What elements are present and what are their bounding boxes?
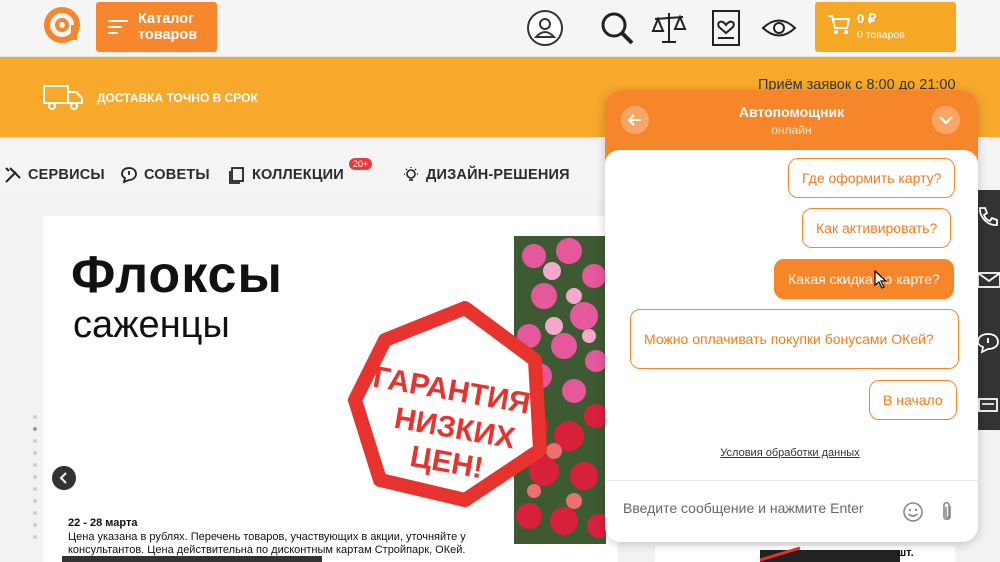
catalog-label: Каталог товаров xyxy=(138,11,198,43)
promo-dates: 22 - 28 марта xyxy=(68,517,138,529)
chat-bubble-icon xyxy=(121,167,137,184)
carousel-dot[interactable] xyxy=(33,475,37,479)
delivery-text: ДОСТАВКА ТОЧНО В СРОК xyxy=(97,91,258,105)
promo-subtitle: саженцы xyxy=(73,304,230,346)
account-icon[interactable] xyxy=(526,9,564,47)
viewed-icon[interactable] xyxy=(760,9,798,47)
price-block: шт. xyxy=(655,546,955,562)
carousel-dot[interactable] xyxy=(33,415,37,419)
carousel-dot[interactable] xyxy=(33,499,37,503)
chat-input-area xyxy=(605,480,978,542)
collection-icon xyxy=(229,167,244,184)
quick-reply-card-discount[interactable]: Какая скидка по карте? xyxy=(774,259,954,299)
collections-badge: 20+ xyxy=(349,158,373,170)
tools-icon xyxy=(5,167,21,183)
nav-label-services: СЕРВИСЫ xyxy=(28,167,105,183)
cart-icon xyxy=(828,15,851,34)
carousel-dot[interactable] xyxy=(33,487,37,491)
emoji-icon[interactable] xyxy=(902,501,924,523)
low-price-guarantee-stamp: ГАРАНТИЯ НИЗКИХ ЦЕН! xyxy=(348,301,547,507)
menu-icon xyxy=(108,16,128,38)
compare-scales-icon[interactable] xyxy=(650,9,688,47)
carousel-dot-active[interactable] xyxy=(33,427,37,431)
carousel-prev-button[interactable] xyxy=(52,466,76,490)
carousel-dot[interactable] xyxy=(33,439,37,443)
phone-icon[interactable] xyxy=(976,205,1000,229)
privacy-terms-link[interactable]: Условия обработки данных xyxy=(605,447,975,459)
chat-widget: Автопомощник онлайн Где оформить карту? … xyxy=(605,90,978,542)
attach-icon[interactable] xyxy=(938,500,956,524)
promo-bottom-strip xyxy=(62,556,322,562)
nav-item-design[interactable]: ДИЗАЙН-РЕШЕНИЯ xyxy=(402,165,570,185)
carousel-dot[interactable] xyxy=(33,535,37,539)
quick-reply-activate[interactable]: Как активировать? xyxy=(802,208,952,248)
nav-item-services[interactable]: СЕРВИСЫ xyxy=(4,165,105,185)
catalog-button[interactable]: Каталог товаров xyxy=(96,2,217,52)
help-icon[interactable] xyxy=(976,331,1000,355)
carousel-dot[interactable] xyxy=(33,451,37,455)
chat-status: онлайн xyxy=(771,123,812,137)
search-icon[interactable] xyxy=(598,9,636,47)
chat-title: Автопомощник xyxy=(738,104,845,120)
carousel-dot[interactable] xyxy=(33,463,37,467)
wishlist-icon[interactable] xyxy=(707,9,745,47)
nav-label-design: ДИЗАЙН-РЕШЕНИЯ xyxy=(426,167,570,183)
price-unit: шт. xyxy=(897,547,914,559)
carousel-dot[interactable] xyxy=(33,523,37,527)
price-digits xyxy=(760,546,900,562)
carousel-dot[interactable] xyxy=(33,511,37,515)
nav-label-tips: СОВЕТЫ xyxy=(144,167,210,183)
quick-reply-pay-with-bonuses[interactable]: Можно оплачивать покупки бонусами ОКей? xyxy=(630,309,959,369)
lamp-icon xyxy=(404,167,418,181)
nav-item-collections[interactable]: КОЛЛЕКЦИИ xyxy=(228,165,344,185)
mail-icon[interactable] xyxy=(976,268,1000,292)
delivery-status-icon[interactable] xyxy=(976,394,1000,418)
nav-label-collections: КОЛЛЕКЦИИ xyxy=(252,167,344,183)
logo[interactable] xyxy=(43,6,81,44)
mouse-cursor-icon xyxy=(874,270,888,289)
chat-messages[interactable]: Где оформить карту? Как активировать? Ка… xyxy=(605,150,978,480)
quick-reply-start-over[interactable]: В начало xyxy=(869,380,957,420)
promo-title: Флоксы xyxy=(71,246,283,304)
truck-icon xyxy=(43,85,83,110)
cart-price: 0 ₽ xyxy=(857,11,877,26)
promo-disclaimer: Цена указана в рублях. Перечень товаров,… xyxy=(68,531,466,556)
cart-count: 0 товаров xyxy=(857,29,905,41)
chat-message-input[interactable] xyxy=(623,500,893,516)
quick-reply-get-card[interactable]: Где оформить карту? xyxy=(788,158,956,198)
nav-item-tips[interactable]: СОВЕТЫ xyxy=(120,165,210,185)
